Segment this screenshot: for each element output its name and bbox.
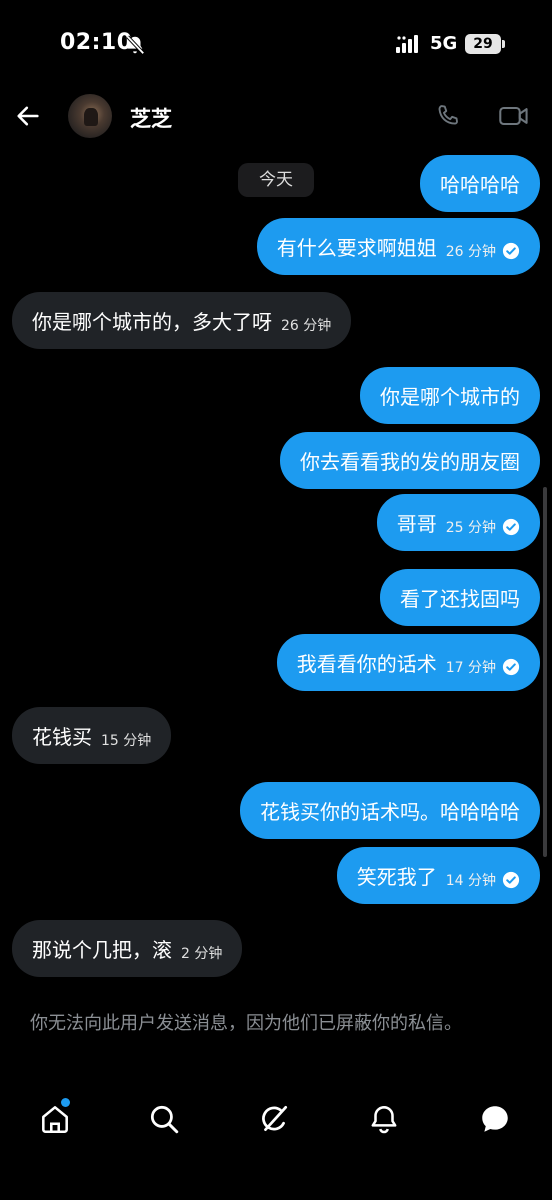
message-bubble-outgoing[interactable]: 哥哥 25 分钟 xyxy=(376,494,540,551)
network-type: 5G xyxy=(430,33,458,54)
battery-level: 29 xyxy=(465,34,501,54)
scrollbar[interactable] xyxy=(543,487,547,857)
message-text: 你去看看我的发的朋友圈 xyxy=(300,450,520,474)
message-time: 17 分钟 xyxy=(445,659,496,676)
chat-header: 芝芝 xyxy=(0,90,552,144)
message-time: 14 分钟 xyxy=(445,872,496,889)
message-text: 笑死我了 xyxy=(356,865,437,889)
check-circle-icon xyxy=(502,242,520,259)
message-time: 2 分钟 xyxy=(181,945,223,962)
avatar[interactable] xyxy=(68,94,112,138)
message-bubble-incoming[interactable]: 那说个几把，滚 2 分钟 xyxy=(12,920,243,977)
check-circle-icon xyxy=(502,871,520,888)
message-bubble-outgoing[interactable]: 看了还找固吗 xyxy=(380,569,540,626)
message-text: 花钱买 xyxy=(32,725,92,749)
message-bubble-outgoing[interactable]: 你是哪个城市的 xyxy=(360,367,540,424)
message-text: 你是哪个城市的，多大了呀 xyxy=(32,310,272,334)
message-text: 哥哥 xyxy=(396,512,437,536)
bell-muted-icon xyxy=(126,35,145,55)
status-time: 02:10 xyxy=(60,30,133,55)
message-bubble-outgoing[interactable]: 哈哈哈哈 xyxy=(420,155,540,212)
search-icon[interactable] xyxy=(147,1102,181,1136)
blocked-notice: 你无法向此用户发送消息，因为他们已屏蔽你的私信。 xyxy=(30,1013,462,1034)
message-text: 看了还找固吗 xyxy=(400,587,520,611)
message-text: 那说个几把，滚 xyxy=(32,938,172,962)
message-bubble-outgoing[interactable]: 花钱买你的话术吗。哈哈哈哈 xyxy=(240,782,540,839)
battery-tip xyxy=(502,40,505,48)
contact-name[interactable]: 芝芝 xyxy=(130,103,172,133)
date-separator: 今天 xyxy=(238,163,314,197)
message-bubble-incoming[interactable]: 花钱买 15 分钟 xyxy=(12,707,172,764)
message-bubble-incoming[interactable]: 你是哪个城市的，多大了呀 26 分钟 xyxy=(12,292,352,349)
message-bubble-outgoing[interactable]: 你去看看我的发的朋友圈 xyxy=(280,432,540,489)
bell-icon[interactable] xyxy=(367,1102,401,1136)
message-text: 我看看你的话术 xyxy=(296,652,437,676)
phone-icon[interactable] xyxy=(434,102,462,130)
home-unread-dot xyxy=(61,1098,70,1107)
check-circle-icon xyxy=(502,658,520,675)
message-text: 有什么要求啊姐姐 xyxy=(276,236,437,260)
message-bubble-outgoing[interactable]: 有什么要求啊姐姐 26 分钟 xyxy=(256,218,540,275)
message-bubble-outgoing[interactable]: 笑死我了 14 分钟 xyxy=(336,847,540,904)
message-bubble-outgoing[interactable]: 我看看你的话术 17 分钟 xyxy=(276,634,540,691)
message-text: 花钱买你的话术吗。哈哈哈哈 xyxy=(260,800,520,824)
signal-icon xyxy=(396,35,418,53)
check-circle-icon xyxy=(502,518,520,535)
message-time: 26 分钟 xyxy=(281,317,332,334)
video-camera-icon[interactable] xyxy=(498,102,530,130)
message-time: 25 分钟 xyxy=(445,519,496,536)
message-time: 26 分钟 xyxy=(445,243,496,260)
home-indicator xyxy=(196,1178,356,1183)
home-icon[interactable] xyxy=(38,1102,72,1136)
message-text: 你是哪个城市的 xyxy=(380,385,520,409)
bottom-nav xyxy=(0,1088,552,1152)
grok-icon[interactable] xyxy=(257,1102,291,1136)
message-time: 15 分钟 xyxy=(101,732,152,749)
messages-icon[interactable] xyxy=(478,1102,512,1136)
status-bar: 02:10 5G 29 xyxy=(0,0,552,90)
message-text: 哈哈哈哈 xyxy=(440,173,520,197)
back-arrow-icon[interactable] xyxy=(14,102,42,130)
